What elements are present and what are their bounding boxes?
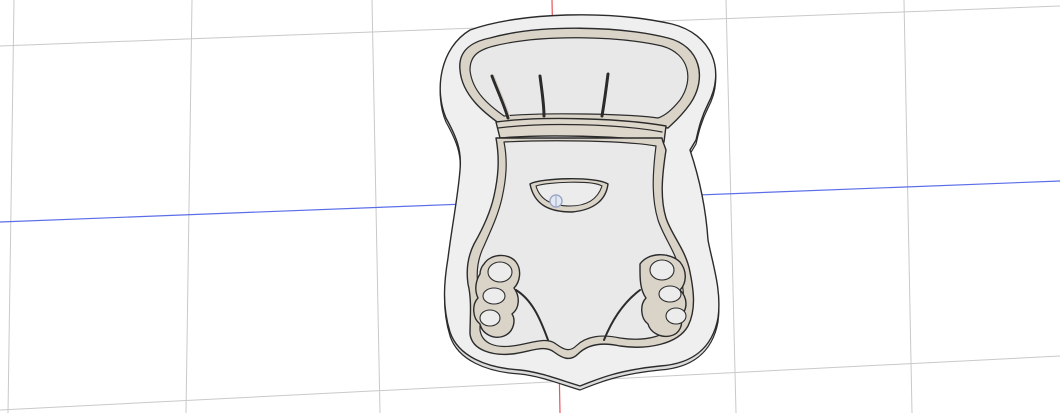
grid-line: [371, 0, 381, 413]
grid-line: [903, 0, 913, 413]
right-hand-finger: [658, 285, 682, 303]
grid-line: [725, 0, 737, 413]
right-hand-finger: [649, 259, 675, 281]
origin-marker-icon[interactable]: [549, 194, 563, 208]
left-hand-finger: [487, 261, 513, 283]
viewport-canvas[interactable]: [0, 0, 1060, 413]
chef-gnome-cookie-cutter-model[interactable]: [439, 14, 720, 391]
left-hand-finger: [482, 287, 506, 305]
left-hand-finger: [479, 309, 501, 327]
grid-line: [7, 0, 15, 413]
grid-line: [185, 0, 193, 413]
right-hand-finger: [665, 307, 687, 325]
3d-viewport[interactable]: [0, 0, 1060, 413]
